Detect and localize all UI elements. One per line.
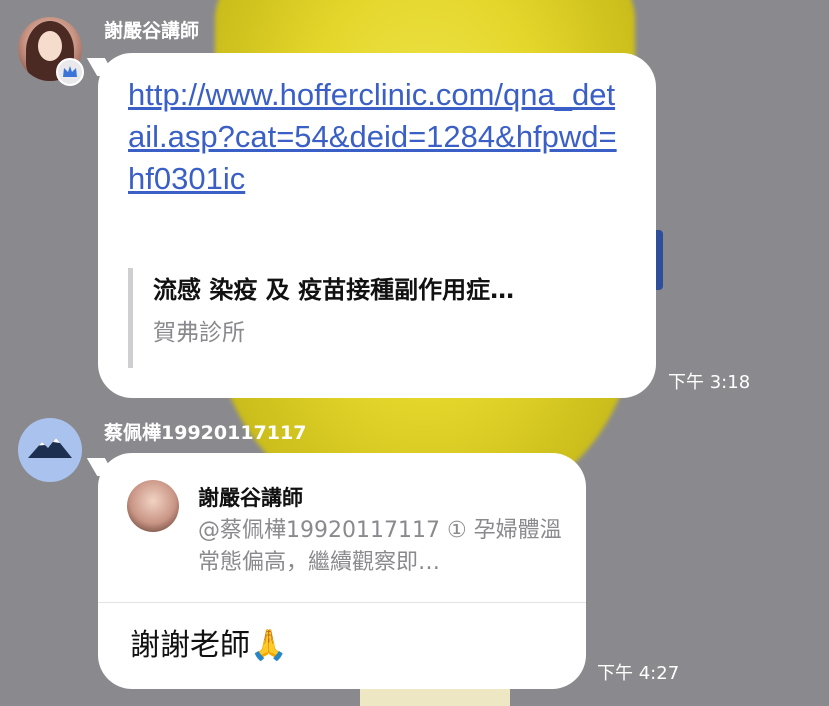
- reply-avatar: [127, 480, 179, 532]
- message-text: 謝謝老師🙏: [130, 628, 288, 663]
- avatar-user[interactable]: [18, 418, 82, 482]
- reply-quote-text[interactable]: @蔡佩樺19920117117 ① 孕婦體溫常態偏高，繼續觀察即…: [198, 515, 563, 579]
- message-time: 下午 4:27: [597, 663, 680, 684]
- crown-icon: [56, 58, 84, 86]
- link-preview[interactable]: 流感 染疫 及 疫苗接種副作用症… 賀弗診所: [128, 268, 628, 368]
- sender-name[interactable]: 蔡佩樺19920117117: [104, 418, 306, 445]
- reply-quote-name[interactable]: 謝嚴谷講師: [198, 482, 303, 512]
- link-preview-site: 賀弗診所: [153, 320, 245, 346]
- mountain-icon: [28, 438, 72, 458]
- reply-divider: [98, 602, 586, 603]
- message-link[interactable]: http://www.hofferclinic.com/qna_detail.a…: [128, 74, 628, 200]
- link-preview-title: 流感 染疫 及 疫苗接種副作用症…: [153, 276, 515, 304]
- message-time: 下午 3:18: [668, 372, 751, 393]
- avatar-face: [38, 31, 62, 61]
- sender-name[interactable]: 謝嚴谷講師: [104, 16, 199, 43]
